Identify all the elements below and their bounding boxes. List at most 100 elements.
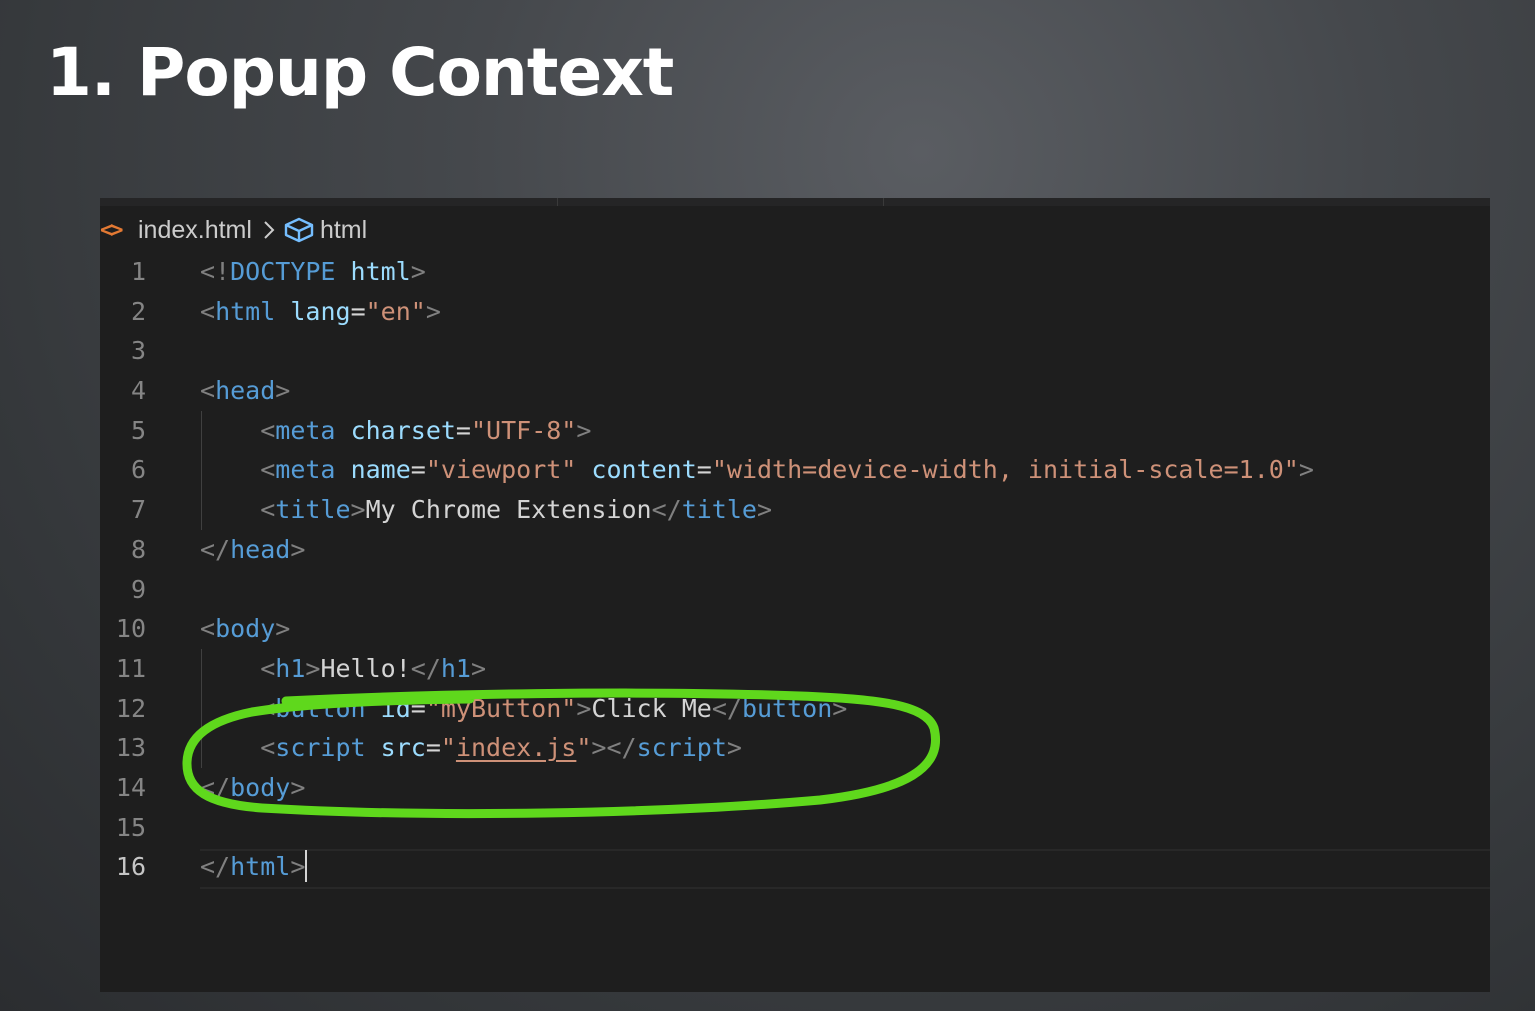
code-token: "UTF-8" — [470, 415, 577, 445]
code-line[interactable]: 5 <meta charset="UTF-8"> — [100, 411, 1490, 451]
code-line[interactable]: 9 — [100, 570, 1490, 610]
code-token: "width=device-width, initial-scale=1.0" — [711, 455, 1299, 485]
line-content: </body> — [200, 768, 305, 808]
code-token: Click Me — [591, 693, 712, 723]
code-token: > — [576, 693, 592, 723]
code-editor[interactable]: <> index.html html 1 <!DOCTYPE html> 2 <htm… — [100, 198, 1490, 992]
code-token: > — [425, 296, 441, 326]
line-content: </head> — [200, 530, 305, 570]
code-token: > — [832, 693, 848, 723]
code-token: index.js — [455, 733, 577, 763]
code-token: src — [380, 733, 426, 763]
code-token: title — [275, 495, 351, 525]
breadcrumb-file[interactable]: index.html — [138, 216, 252, 245]
tab-separator — [557, 198, 558, 206]
line-content: <head> — [200, 371, 290, 411]
code-token: h1 — [275, 653, 306, 683]
code-token: Hello! — [320, 653, 411, 683]
code-token: = — [410, 693, 426, 723]
code-line[interactable]: 1 <!DOCTYPE html> — [100, 252, 1490, 292]
code-line[interactable]: 2 <html lang="en"> — [100, 292, 1490, 332]
code-token: < — [260, 455, 276, 485]
line-number: 15 — [115, 812, 146, 842]
breadcrumb: <> index.html html — [100, 212, 367, 248]
html-file-icon: <> — [100, 217, 124, 243]
code-token: " — [440, 733, 456, 763]
code-token: < — [260, 495, 276, 525]
code-token: < — [200, 614, 216, 644]
code-token: > — [275, 614, 291, 644]
line-content: </html> — [200, 847, 308, 887]
code-line[interactable]: 12 <button id="myButton">Click Me</butto… — [100, 689, 1490, 729]
code-line[interactable]: 6 <meta name="viewport" content="width=d… — [100, 450, 1490, 490]
code-line[interactable]: 3 — [100, 331, 1490, 371]
code-token: html — [350, 257, 411, 286]
code-line[interactable]: 16 </html> — [100, 847, 1490, 890]
code-token: ></ — [591, 733, 637, 763]
line-number: 8 — [130, 534, 146, 564]
code-token: = — [410, 455, 426, 485]
code-token: < — [260, 653, 276, 683]
code-line[interactable]: 13 <script src="index.js"></script> — [100, 728, 1490, 768]
code-token: > — [726, 733, 742, 763]
line-number: 1 — [130, 257, 146, 286]
code-token: html — [215, 296, 276, 326]
code-token: button — [275, 693, 366, 723]
code-token: > — [350, 495, 366, 525]
code-lines: 1 <!DOCTYPE html> 2 <html lang="en"> 3 4 <head… — [100, 252, 1490, 890]
code-token: </ — [410, 653, 441, 683]
code-token: meta — [275, 455, 336, 485]
code-token: = — [425, 733, 441, 763]
code-token: </ — [651, 495, 682, 525]
code-token: button — [741, 693, 833, 723]
code-token: id — [380, 693, 411, 723]
code-token: body — [230, 772, 291, 802]
code-token: < — [260, 693, 276, 723]
code-line[interactable]: 15 — [100, 808, 1490, 848]
code-line[interactable]: 11 <h1>Hello!</h1> — [100, 649, 1490, 689]
code-line[interactable]: 4 <head> — [100, 371, 1490, 411]
code-line[interactable]: 8 </head> — [100, 530, 1490, 570]
breadcrumb-element[interactable]: html — [320, 216, 367, 245]
code-token: > — [305, 653, 321, 683]
code-line[interactable]: 10 <body> — [100, 609, 1490, 649]
line-content: <!DOCTYPE html> — [200, 252, 426, 292]
editor-tab-strip — [100, 198, 1490, 206]
code-token: < — [200, 376, 216, 406]
line-content: <body> — [200, 609, 290, 649]
code-token: DOCTYPE — [230, 257, 336, 286]
code-token: html — [230, 852, 291, 882]
code-line[interactable]: 14 </body> — [100, 768, 1490, 808]
code-token: meta — [275, 415, 336, 445]
code-token: content — [591, 455, 697, 485]
code-token: = — [696, 455, 712, 485]
code-token: h1 — [440, 653, 471, 683]
code-token: "viewport" — [425, 455, 577, 485]
code-line[interactable]: 7 <title>My Chrome Extension</title> — [100, 490, 1490, 530]
text-cursor — [305, 850, 308, 883]
code-token: < — [200, 296, 216, 326]
code-token: title — [681, 495, 757, 525]
code-token: "myButton" — [425, 693, 577, 723]
code-token: lang — [290, 296, 351, 326]
code-token: < — [260, 415, 276, 445]
code-token: head — [230, 534, 291, 564]
line-number: 3 — [130, 336, 146, 366]
line-number: 2 — [130, 296, 146, 326]
code-area[interactable]: 1 <!DOCTYPE html> 2 <html lang="en"> 3 4 <head… — [100, 252, 1490, 890]
line-number: 14 — [115, 772, 146, 802]
line-number: 4 — [130, 376, 146, 406]
line-number: 7 — [130, 495, 146, 525]
